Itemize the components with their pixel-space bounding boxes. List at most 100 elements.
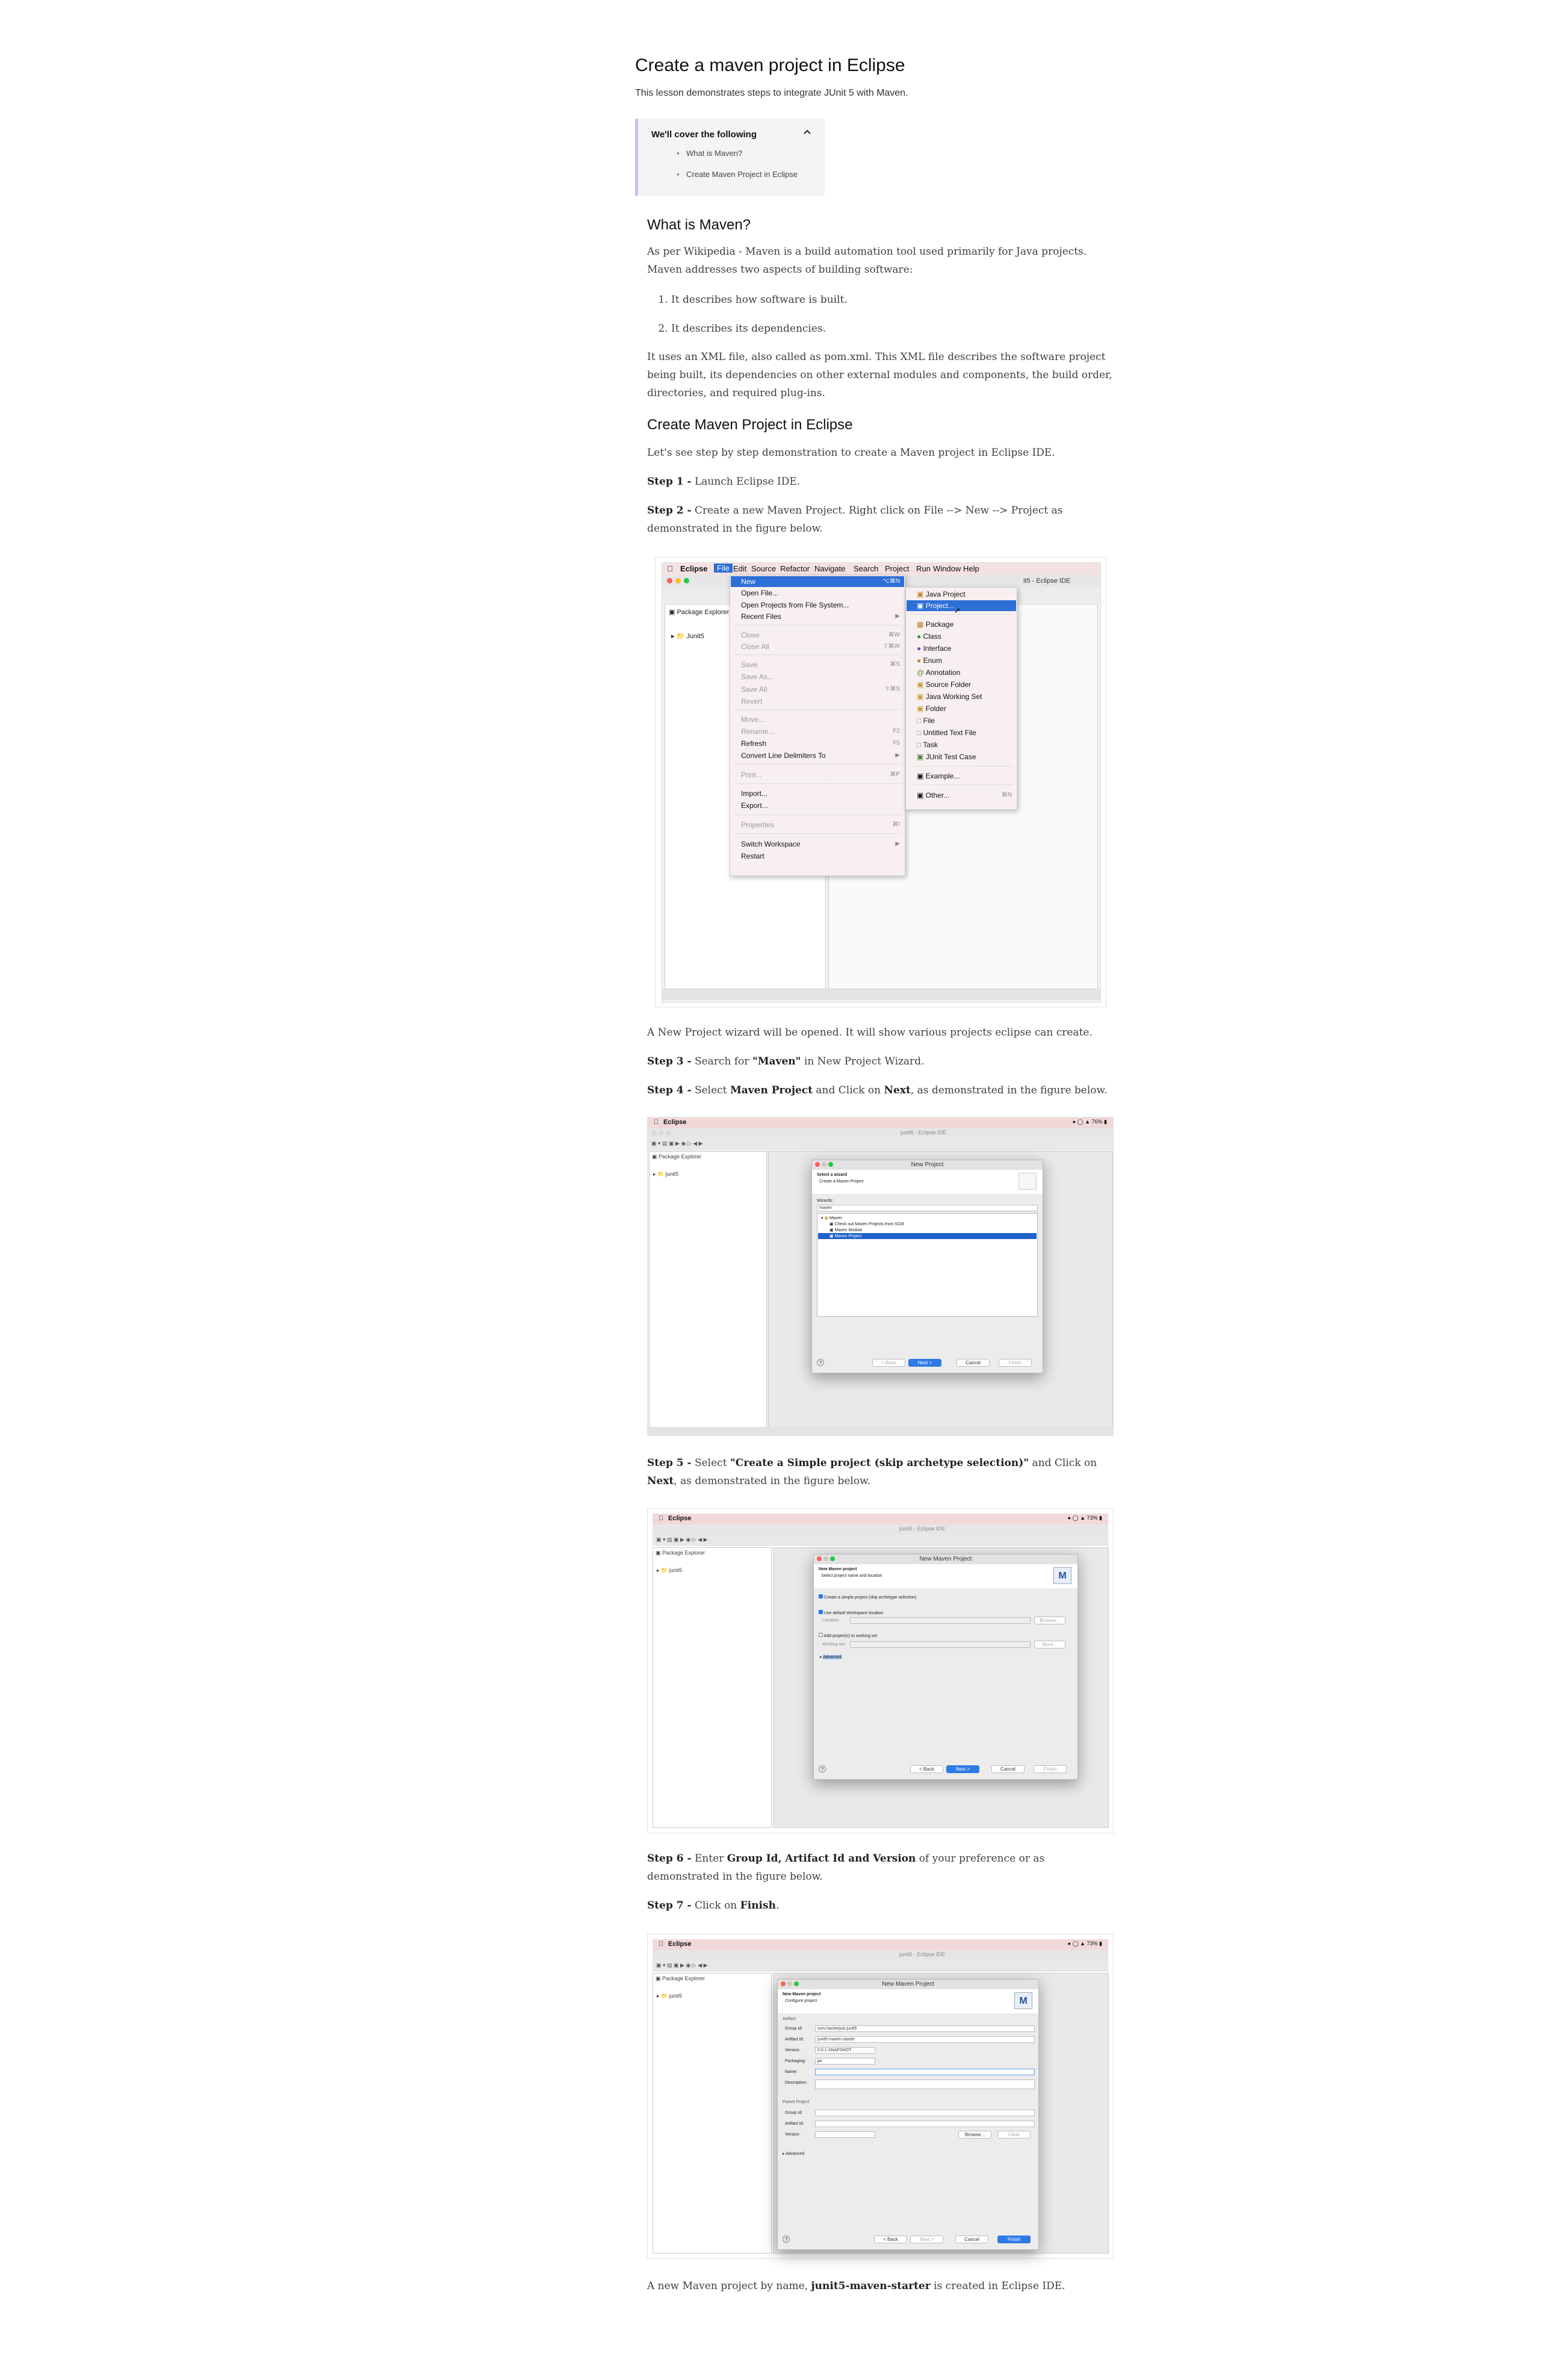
finish-button[interactable]: Finish: [1034, 1765, 1067, 1773]
project-node[interactable]: ▸ 📁 junit5: [653, 1171, 678, 1178]
project-node[interactable]: ▸ 📁 junit5: [657, 1993, 682, 1999]
menu-item-move[interactable]: Move...: [741, 714, 764, 725]
cover-link-create[interactable]: Create Maven Project in Eclipse: [677, 170, 798, 191]
menu-item-properties[interactable]: Properties: [741, 819, 774, 830]
finish-button[interactable]: Finish: [997, 2236, 1031, 2243]
menu-item-revert[interactable]: Revert: [741, 696, 762, 707]
minimize-window-icon[interactable]: [659, 1130, 664, 1136]
menu-item-file[interactable]: □ File: [917, 715, 935, 726]
cover-link-maven[interactable]: What is Maven?: [677, 149, 798, 170]
menu-item-other[interactable]: ▣ Other...: [917, 790, 949, 801]
menu-item-annotation[interactable]: @ Annotation: [917, 667, 960, 678]
working-set-input[interactable]: [850, 1641, 1031, 1648]
parent-version-select[interactable]: [815, 2131, 875, 2138]
menu-item-project[interactable]: ▣ Project...: [917, 600, 954, 611]
package-explorer-tab[interactable]: ▣ Package Explorer: [669, 608, 729, 616]
parent-artifact-id-input[interactable]: [815, 2121, 1035, 2127]
wizard-filter-input[interactable]: maven: [817, 1205, 1038, 1211]
cancel-button[interactable]: Cancel: [955, 2236, 988, 2243]
close-dialog-icon[interactable]: [817, 1556, 822, 1561]
advanced-toggle[interactable]: ▸ Advanced: [783, 2151, 804, 2156]
minimize-window-icon[interactable]: [675, 578, 681, 583]
menu-file[interactable]: File: [714, 564, 733, 573]
menu-item-source-folder[interactable]: ▣ Source Folder: [917, 679, 971, 690]
close-window-icon[interactable]: [651, 1130, 657, 1136]
location-input[interactable]: [850, 1617, 1031, 1624]
maximize-dialog-icon[interactable]: [830, 1556, 835, 1561]
menu-navigate[interactable]: Navigate: [814, 564, 845, 573]
project-node[interactable]: ▸ 📁 Junit5: [671, 632, 704, 640]
menu-item-restart[interactable]: Restart: [741, 851, 764, 862]
project-node[interactable]: ▸ 📁 junit5: [657, 1567, 682, 1574]
default-location-checkbox[interactable]: Use default Workspace location: [819, 1610, 883, 1615]
menu-item-import[interactable]: Import...: [741, 788, 767, 799]
package-explorer-tab[interactable]: ▣ Package Explorer: [656, 1550, 705, 1556]
menu-search[interactable]: Search: [854, 564, 878, 573]
artifact-id-input[interactable]: junit5-maven-starter: [815, 2036, 1035, 2043]
close-dialog-icon[interactable]: [781, 1981, 786, 1986]
tree-node-maven[interactable]: ▾ ▣ Maven: [821, 1216, 842, 1220]
close-window-icon[interactable]: [667, 578, 672, 583]
menu-item-export[interactable]: Export...: [741, 800, 768, 811]
menu-project[interactable]: Project: [885, 564, 909, 573]
cancel-button[interactable]: Cancel: [957, 1359, 990, 1367]
menu-item-junit-test-case[interactable]: ▣ JUnit Test Case: [917, 751, 976, 762]
menu-run[interactable]: Run: [916, 564, 931, 573]
menu-edit[interactable]: Edit: [733, 564, 746, 573]
parent-group-id-input[interactable]: [815, 2110, 1035, 2116]
menu-item-switch-workspace[interactable]: Switch Workspace: [741, 839, 800, 850]
menu-item-recent-files[interactable]: Recent Files: [741, 611, 781, 622]
menu-item-class[interactable]: ● Class: [917, 631, 941, 642]
close-dialog-icon[interactable]: [815, 1162, 820, 1167]
back-button[interactable]: < Back: [874, 2236, 907, 2243]
back-button[interactable]: < Back: [872, 1359, 905, 1367]
package-explorer-tab[interactable]: ▣ Package Explorer: [656, 1975, 705, 1982]
menu-item-close[interactable]: Close: [741, 630, 760, 641]
working-set-checkbox[interactable]: Add project(s) to working set: [819, 1633, 877, 1638]
back-button[interactable]: < Back: [910, 1765, 943, 1773]
menu-item-save-all[interactable]: Save All: [741, 684, 767, 695]
menu-window[interactable]: Window: [933, 564, 961, 573]
menu-eclipse[interactable]: Eclipse: [663, 1119, 687, 1126]
menu-item-task[interactable]: □ Task: [917, 739, 938, 750]
version-select[interactable]: 0.0.1-SNAPSHOT: [815, 2047, 875, 2054]
menu-item-open-projects[interactable]: Open Projects from File System...: [741, 600, 849, 611]
more-button[interactable]: More...: [1034, 1641, 1065, 1648]
menu-item-convert-line-delimiters[interactable]: Convert Line Delimiters To: [741, 750, 826, 761]
menu-item-save-as[interactable]: Save As...: [741, 671, 774, 682]
menu-eclipse[interactable]: Eclipse: [668, 1515, 692, 1522]
menu-refactor[interactable]: Refactor: [780, 564, 810, 573]
next-button[interactable]: Next >: [908, 1359, 941, 1367]
menu-item-print[interactable]: Print...: [741, 769, 762, 780]
tree-node-maven-module[interactable]: ▣ Maven Module: [829, 1228, 862, 1232]
menu-item-enum[interactable]: ● Enum: [917, 655, 942, 666]
maximize-dialog-icon[interactable]: [794, 1981, 799, 1986]
description-input[interactable]: [815, 2080, 1035, 2089]
name-input[interactable]: [815, 2069, 1035, 2075]
next-button[interactable]: Next >: [910, 2236, 943, 2243]
finish-button[interactable]: Finish: [999, 1359, 1032, 1367]
menu-item-save[interactable]: Save: [741, 659, 757, 670]
cancel-button[interactable]: Cancel: [991, 1765, 1025, 1773]
help-icon[interactable]: ?: [817, 1359, 824, 1366]
menu-item-java-project[interactable]: ▣ Java Project: [917, 589, 966, 600]
menu-source[interactable]: Source: [751, 564, 776, 573]
menu-item-untitled-text-file[interactable]: □ Untitled Text File: [917, 727, 976, 738]
tree-node-checkout-scm[interactable]: ▣ Check out Maven Projects from SCM: [829, 1222, 904, 1226]
menu-item-folder[interactable]: ▣ Folder: [917, 703, 946, 714]
help-icon[interactable]: ?: [819, 1765, 826, 1773]
menu-item-java-working-set[interactable]: ▣ Java Working Set: [917, 691, 982, 702]
browse-button[interactable]: Browse...: [1034, 1617, 1065, 1624]
maximize-window-icon[interactable]: [684, 578, 689, 583]
tree-node-maven-project[interactable]: ▣ Maven Project: [829, 1234, 861, 1238]
menu-eclipse[interactable]: Eclipse: [668, 1940, 692, 1948]
browse-button[interactable]: Browse...: [958, 2131, 991, 2139]
menu-item-rename[interactable]: Rename...: [741, 726, 774, 737]
menu-item-interface[interactable]: ● Interface: [917, 643, 951, 654]
menu-item-open-file[interactable]: Open File...: [741, 588, 778, 598]
simple-project-checkbox[interactable]: Create a simple project (skip archetype …: [819, 1594, 916, 1600]
packaging-select[interactable]: jar: [815, 2058, 875, 2065]
horizontal-scrollbar[interactable]: [662, 989, 1100, 1000]
package-explorer-tab[interactable]: ▣ Package Explorer: [652, 1154, 701, 1160]
horizontal-scrollbar[interactable]: [648, 1427, 1113, 1435]
